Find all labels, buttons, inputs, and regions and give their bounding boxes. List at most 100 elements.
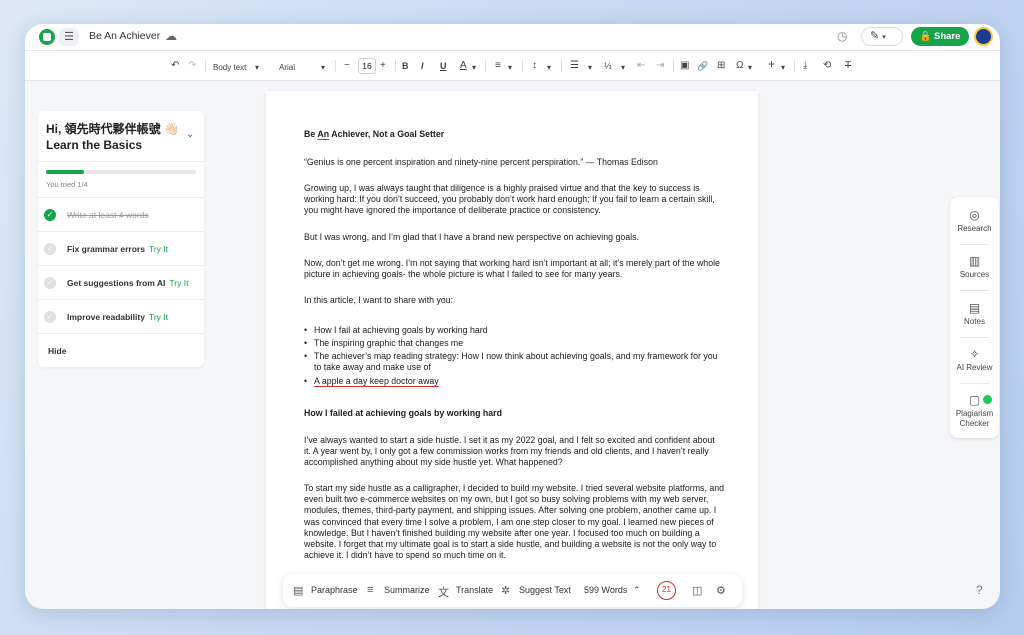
research-button[interactable]: ◎ Research	[950, 208, 999, 234]
chevron-down-icon[interactable]: ▾	[781, 61, 785, 75]
cloud-icon: ☁	[165, 29, 177, 43]
paraphrase-icon[interactable]: ▤	[293, 584, 303, 597]
image-icon[interactable]: ▣	[680, 59, 689, 73]
notes-button[interactable]: ▤ Notes	[950, 301, 999, 327]
chevron-down-icon[interactable]: ⌄	[186, 129, 194, 140]
books-icon: ▥	[968, 254, 981, 268]
doc-paragraph: Now, don’t get me wrong. I’m not saying …	[304, 258, 720, 280]
try-it-link[interactable]: Try It	[169, 278, 188, 288]
divider	[335, 60, 336, 72]
greeting: Hi, 領先時代夥伴帳號 👋🏻	[46, 122, 179, 136]
divider	[960, 244, 989, 245]
document-page[interactable]: Be An Achiever, Not a Goal Setter “Geniu…	[266, 91, 758, 609]
chevron-down-icon[interactable]: ▾	[472, 61, 476, 75]
line-spacing-button[interactable]: ↕	[532, 59, 537, 73]
undo-icon[interactable]: ↶	[171, 59, 179, 73]
avatar[interactable]	[974, 27, 993, 46]
menu-icon[interactable]: ☰	[59, 28, 79, 46]
bold-button[interactable]: B	[402, 59, 409, 73]
ai-review-label: AI Review	[956, 363, 993, 372]
font-size-decrease-button[interactable]: −	[344, 59, 350, 73]
task-item[interactable]: ✓ Fix grammar errors Try It	[38, 231, 204, 265]
doc-paragraph: In this article, I want to share with yo…	[304, 295, 454, 305]
history-icon[interactable]: ◷	[837, 29, 847, 43]
task-label: Improve readability Try It	[67, 312, 168, 322]
check-icon: ✓	[44, 243, 56, 255]
chevron-down-icon[interactable]: ▾	[255, 61, 259, 75]
plagiarism-label: Plagiarism Checker	[955, 409, 994, 428]
table-icon[interactable]: ⊞	[717, 59, 725, 73]
top-bar: ☰ Be An Achiever ☁ ◷ ✎ ▾ 🔒 Share	[25, 24, 1000, 51]
font-select[interactable]: Arial	[279, 61, 295, 75]
chevron-up-icon[interactable]: ⌃	[633, 585, 641, 596]
insert-icon[interactable]: +	[768, 57, 775, 71]
hide-button[interactable]: Hide	[48, 346, 66, 356]
indent-button[interactable]: ⇥	[656, 59, 664, 73]
link-icon[interactable]: 🔗	[697, 59, 708, 73]
replace-icon[interactable]: ⟲	[823, 59, 831, 73]
text-color-button[interactable]: A	[460, 59, 467, 73]
special-char-icon[interactable]: Ω	[736, 59, 743, 73]
sources-button[interactable]: ▥ Sources	[950, 254, 999, 280]
ai-review-button[interactable]: ✧ AI Review	[950, 347, 999, 373]
globe-icon: ◎	[969, 208, 980, 222]
app-logo-icon[interactable]	[39, 29, 55, 45]
paraphrase-button[interactable]: Paraphrase	[311, 585, 358, 595]
list-item: A apple a day keep doctor away	[304, 376, 724, 387]
notes-label: Notes	[964, 317, 985, 326]
chevron-down-icon[interactable]: ▾	[321, 61, 325, 75]
translate-icon[interactable]: 文	[438, 584, 449, 600]
font-size-increase-button[interactable]: +	[380, 59, 386, 73]
outdent-button[interactable]: ⇤	[637, 59, 645, 73]
redo-icon[interactable]: ↷	[188, 59, 196, 73]
task-item[interactable]: ✓ Improve readability Try It	[38, 299, 204, 333]
style-select[interactable]: Body text	[213, 61, 246, 75]
chevron-down-icon[interactable]: ▾	[547, 61, 551, 75]
doc-title[interactable]: Be An Achiever	[89, 30, 160, 42]
underline-button[interactable]: U	[440, 59, 447, 73]
doc-quote: “Genius is one percent inspiration and n…	[304, 157, 658, 167]
clear-format-icon[interactable]: T	[845, 59, 851, 73]
check-icon: ✓	[44, 311, 56, 323]
doc-title-text: Be An Achiever, Not a Goal Setter	[304, 129, 445, 139]
summarize-icon[interactable]: ≡	[367, 584, 373, 596]
chevron-down-icon: ▾	[882, 34, 886, 41]
download-icon[interactable]: ⤓	[803, 59, 807, 73]
chevron-down-icon[interactable]: ▾	[588, 61, 592, 75]
task-item[interactable]: ✓ Get suggestions from AI Try It	[38, 265, 204, 299]
chevron-down-icon[interactable]: ▾	[508, 61, 512, 75]
font-size-input[interactable]: 16	[358, 58, 376, 74]
share-button[interactable]: 🔒 Share	[911, 27, 969, 46]
suggest-icon[interactable]: ✲	[501, 584, 510, 597]
issue-count-badge[interactable]: 21	[657, 581, 676, 600]
task-label: Write at least 4 words	[67, 210, 149, 220]
divider	[960, 337, 989, 338]
translate-button[interactable]: Translate	[456, 585, 493, 595]
help-icon[interactable]: ?	[976, 583, 983, 597]
try-it-link[interactable]: Try It	[149, 244, 168, 254]
divider	[960, 383, 989, 384]
chevron-down-icon[interactable]: ▾	[621, 61, 625, 75]
right-tools-panel: ◎ Research ▥ Sources ▤ Notes ✧ AI Review ▢ Pl…	[950, 197, 999, 438]
divider	[561, 60, 562, 72]
task-label: Fix grammar errors Try It	[67, 244, 168, 254]
edit-mode-button[interactable]: ✎ ▾	[861, 27, 903, 46]
align-button[interactable]: ≡	[495, 59, 501, 73]
learn-basics-panel: Hi, 領先時代夥伴帳號 👋🏻 Learn the Basics ⌄ You t…	[38, 111, 204, 367]
gear-icon[interactable]: ⚙	[716, 584, 726, 597]
panel-toggle-icon[interactable]: ◫	[692, 584, 702, 597]
word-count[interactable]: 599 Words	[584, 585, 627, 595]
panel-subtitle: Learn the Basics	[46, 138, 143, 152]
plagiarism-checker-button[interactable]: ▢ Plagiarism Checker	[950, 393, 999, 429]
chevron-down-icon[interactable]: ▾	[748, 61, 752, 75]
task-item[interactable]: ✓ Write at least 4 words	[38, 197, 204, 231]
format-toolbar: ↶ ↷ Body text ▾ Arial ▾ − 16 + B I U A ▾…	[25, 51, 1000, 81]
numbered-list-button[interactable]: ⅓	[604, 59, 612, 73]
summarize-button[interactable]: Summarize	[384, 585, 430, 595]
suggest-text-button[interactable]: Suggest Text	[519, 585, 571, 595]
italic-button[interactable]: I	[421, 59, 424, 73]
divider	[960, 290, 989, 291]
sources-label: Sources	[959, 270, 990, 279]
try-it-link[interactable]: Try It	[149, 312, 168, 322]
bullet-list-button[interactable]: ☰	[570, 59, 579, 73]
